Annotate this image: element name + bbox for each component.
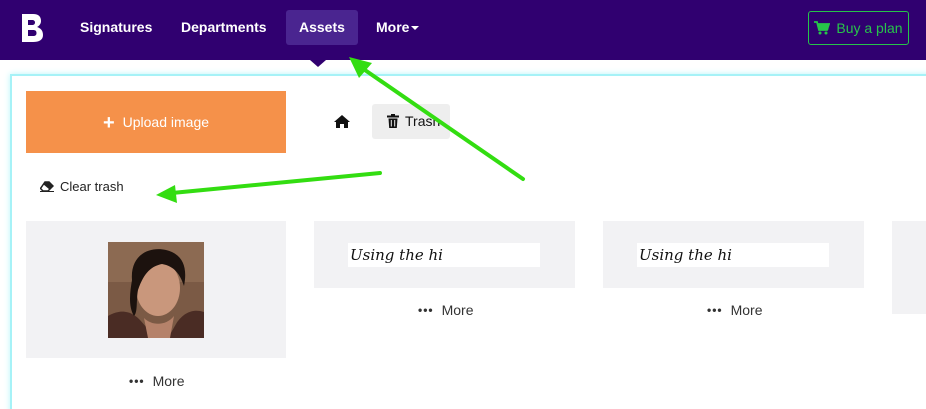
caret-down-icon bbox=[411, 26, 420, 31]
asset-more-label: More bbox=[730, 302, 763, 318]
plus-icon: + bbox=[102, 112, 115, 134]
ellipsis-icon: ••• bbox=[129, 374, 145, 388]
active-nav-pointer bbox=[310, 60, 326, 67]
asset-more-button[interactable]: ••• More bbox=[707, 300, 763, 320]
top-navbar: Signatures Departments Assets More Buy a… bbox=[0, 0, 926, 60]
upload-image-button[interactable]: + Upload image bbox=[26, 91, 286, 153]
nav-departments[interactable]: Departments bbox=[168, 10, 280, 45]
signature-preview: Using the hi bbox=[637, 243, 829, 267]
nav-more[interactable]: More bbox=[363, 10, 432, 45]
clear-trash-label: Clear trash bbox=[60, 179, 124, 194]
buy-plan-button[interactable]: Buy a plan bbox=[808, 11, 909, 45]
asset-more-label: More bbox=[152, 373, 185, 389]
nav-assets[interactable]: Assets bbox=[286, 10, 358, 45]
cart-icon bbox=[814, 21, 831, 35]
nav-signatures[interactable]: Signatures bbox=[67, 10, 165, 45]
signature-preview: Using the hi bbox=[348, 243, 540, 267]
brand-logo-icon bbox=[22, 14, 43, 42]
asset-thumbnail-photo bbox=[108, 242, 204, 338]
trash-icon bbox=[387, 114, 399, 128]
ellipsis-icon: ••• bbox=[418, 303, 434, 317]
portrait-image bbox=[108, 242, 204, 338]
home-icon bbox=[334, 115, 350, 128]
ellipsis-icon: ••• bbox=[707, 303, 723, 317]
asset-more-label: More bbox=[441, 302, 474, 318]
upload-image-label: Upload image bbox=[122, 114, 210, 130]
asset-card-partial[interactable] bbox=[892, 221, 926, 314]
breadcrumb-trash-label: Trash bbox=[405, 113, 441, 129]
breadcrumb-trash[interactable]: Trash bbox=[372, 104, 450, 139]
eraser-icon bbox=[40, 181, 54, 192]
breadcrumb-home[interactable] bbox=[324, 104, 358, 138]
brand-logo[interactable] bbox=[20, 12, 44, 44]
clear-trash-button[interactable]: Clear trash bbox=[40, 177, 124, 197]
buy-plan-label: Buy a plan bbox=[836, 20, 903, 36]
asset-more-button[interactable]: ••• More bbox=[418, 300, 474, 320]
nav-more-label: More bbox=[376, 19, 410, 35]
asset-more-button[interactable]: ••• More bbox=[129, 371, 185, 391]
